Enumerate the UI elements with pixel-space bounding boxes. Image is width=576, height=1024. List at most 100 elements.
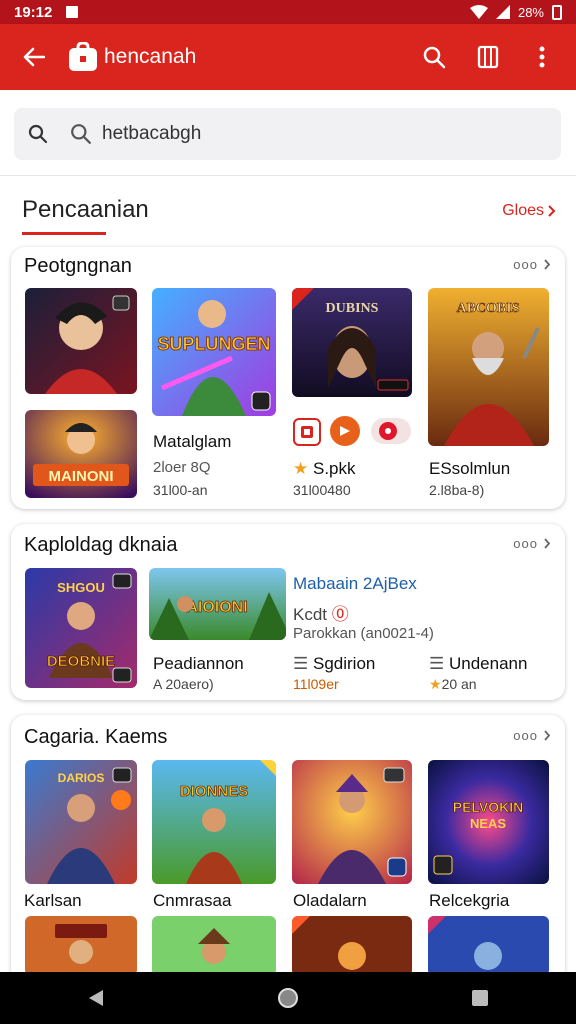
section-card-2: Kaploldag dknaia ooo SHGOU DEOBNIE AIOION…	[11, 524, 565, 700]
game-art-icon: ABCOBIS	[428, 288, 549, 446]
notification-icon	[66, 6, 79, 18]
game-thumbnail[interactable]	[428, 916, 549, 976]
library-button[interactable]	[468, 37, 508, 77]
chevron-right-icon	[544, 730, 551, 741]
section-card-3: Cagaria. Kaems ooo DARIOS DIONNES PELVOK…	[11, 715, 565, 995]
game-badge[interactable]	[330, 416, 360, 446]
game-art-icon	[292, 760, 412, 884]
search-icon	[71, 124, 91, 144]
battery-percent: 28%	[517, 4, 544, 20]
feature-title: Mabaain 2AjBex	[293, 574, 417, 593]
square-recents-icon	[472, 990, 488, 1006]
game-art-icon	[25, 916, 137, 976]
chevron-right-icon	[544, 538, 551, 549]
game-art-icon: SUPLUNGEN	[152, 288, 276, 416]
search-query: hetbacabgh	[102, 123, 202, 144]
section-more-button[interactable]: ooo	[513, 257, 551, 272]
game-thumbnail[interactable]: SHGOU DEOBNIE	[25, 568, 137, 688]
back-button[interactable]	[14, 37, 54, 77]
section-more-label: ooo	[513, 728, 538, 743]
game-title: Relcekgria	[429, 891, 510, 910]
nav-back-button[interactable]	[76, 978, 116, 1018]
game-title: Peadiannon	[153, 654, 244, 673]
svg-text:SUPLUNGEN: SUPLUNGEN	[157, 334, 270, 354]
store-bag-icon	[69, 42, 97, 71]
book-icon	[477, 45, 499, 69]
game-thumbnail[interactable]	[152, 916, 276, 976]
app-title: hencanah	[104, 45, 197, 68]
game-thumbnail[interactable]	[292, 760, 412, 884]
more-vert-icon	[539, 46, 545, 68]
game-art-icon: PELVOKINNEAS	[428, 760, 549, 884]
svg-text:MAINONI: MAINONI	[49, 468, 114, 485]
svg-text:SHGOU: SHGOU	[57, 580, 105, 595]
list-icon: ☰	[429, 654, 445, 673]
feature-meta: Parokkan (an0021-4)	[293, 625, 434, 642]
game-thumbnail[interactable]: SUPLUNGEN	[152, 288, 276, 416]
star-icon: ★	[293, 459, 309, 478]
section-more-button[interactable]: ooo	[513, 536, 551, 551]
search-icon	[28, 124, 48, 144]
game-meta: 31l00-an	[153, 482, 208, 498]
game-thumbnail[interactable]: DUBINS	[292, 288, 412, 397]
section-title: Kaploldag dknaia	[24, 534, 178, 556]
wifi-icon	[469, 5, 488, 19]
section-more-button[interactable]: ooo	[513, 728, 551, 743]
record-icon	[379, 422, 397, 440]
game-title: Matalglam	[153, 432, 232, 451]
game-thumbnail[interactable]	[25, 916, 137, 976]
game-title: ESsolmlun	[429, 459, 511, 478]
game-thumbnail[interactable]: DARIOS	[25, 760, 137, 884]
game-art-icon	[292, 916, 412, 976]
game-meta: 2.l8ba-8)	[429, 482, 485, 498]
section-more-label: ooo	[513, 536, 538, 551]
see-all-link[interactable]: Gloes	[502, 202, 556, 220]
nav-home-button[interactable]	[268, 978, 308, 1018]
app-bar: hencanah	[0, 24, 576, 90]
chevron-right-icon	[544, 259, 551, 270]
game-thumbnail[interactable]	[292, 916, 412, 976]
see-all-label: Gloes	[502, 202, 544, 219]
game-title-text: Sgdirion	[312, 654, 376, 673]
game-meta: ★20 an	[429, 676, 477, 693]
game-art-icon: DUBINS	[292, 288, 412, 397]
search-input[interactable]: hetbacabgh	[14, 108, 561, 160]
game-title: ★ S.pkk	[293, 459, 356, 479]
star-icon: ★	[429, 676, 442, 692]
game-art-icon	[428, 916, 549, 976]
svg-text:DIONNES: DIONNES	[180, 783, 248, 800]
game-title: ☰ Undenann	[429, 654, 527, 674]
game-art-icon: AIOIONI	[149, 568, 286, 640]
game-art-icon: DIONNES	[152, 760, 276, 884]
game-thumbnail[interactable]: DIONNES	[152, 760, 276, 884]
nav-recents-button[interactable]	[460, 978, 500, 1018]
game-badge[interactable]	[371, 418, 411, 444]
chevron-right-icon	[548, 205, 556, 217]
triangle-back-icon	[89, 990, 103, 1006]
game-badge[interactable]	[293, 418, 321, 446]
game-art-icon: SHGOU DEOBNIE	[25, 568, 137, 688]
svg-text:DUBINS: DUBINS	[326, 301, 379, 316]
play-icon	[340, 426, 350, 436]
game-art-icon	[25, 288, 137, 394]
game-meta: A 20aero)	[153, 676, 214, 692]
game-title: Oladalarn	[293, 891, 367, 910]
trophy-icon	[301, 426, 313, 438]
game-title: Karlsan	[24, 891, 82, 910]
title-underline	[22, 232, 106, 235]
game-meta: 2loer 8Q	[153, 459, 211, 476]
section-title: Cagaria. Kaems	[24, 726, 168, 748]
status-bar: 19:12 28%	[0, 0, 576, 24]
svg-text:PELVOKIN: PELVOKIN	[453, 799, 524, 815]
page-header: Pencaanian Gloes	[22, 196, 556, 240]
game-thumbnail[interactable]: AIOIONI	[149, 568, 286, 640]
game-thumbnail[interactable]	[25, 288, 137, 394]
search-button[interactable]	[414, 37, 454, 77]
section-title: Peotgngnan	[24, 255, 132, 277]
game-thumbnail[interactable]: MAINONI	[25, 410, 137, 498]
info-icon: ⓪	[331, 605, 349, 624]
svg-text:ABCOBIS: ABCOBIS	[456, 301, 519, 316]
game-thumbnail[interactable]: ABCOBIS	[428, 288, 549, 446]
overflow-menu-button[interactable]	[522, 37, 562, 77]
game-thumbnail[interactable]: PELVOKIN NEAS	[428, 760, 549, 884]
